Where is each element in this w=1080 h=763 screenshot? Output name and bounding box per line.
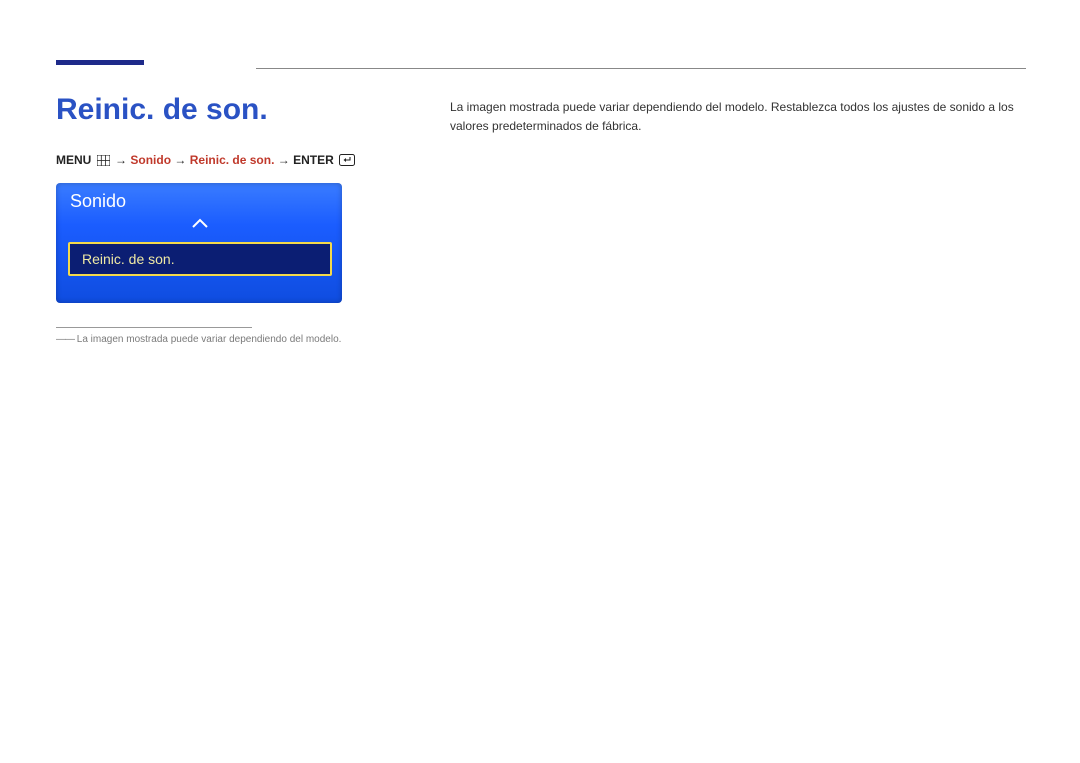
chevron-up-icon xyxy=(191,218,209,230)
osd-scroll-up[interactable] xyxy=(68,218,332,236)
breadcrumb: MENU → Sonido → Reinic. de son. → ENTER xyxy=(56,153,1024,169)
breadcrumb-arrow-2: → xyxy=(174,153,186,167)
breadcrumb-arrow-1: → xyxy=(115,153,127,167)
footnote-divider xyxy=(56,327,252,328)
enter-return-icon xyxy=(339,154,355,169)
footnote-text: La imagen mostrada puede variar dependie… xyxy=(77,334,342,345)
breadcrumb-path-2: Reinic. de son. xyxy=(190,153,275,167)
osd-menu-title: Sonido xyxy=(68,191,332,212)
osd-menu-panel: Sonido Reinic. de son. xyxy=(56,183,342,303)
osd-selected-item[interactable]: Reinic. de son. xyxy=(68,242,332,276)
accent-bar xyxy=(56,60,144,65)
breadcrumb-enter-label: ENTER xyxy=(293,153,334,167)
breadcrumb-arrow-3: → xyxy=(278,153,290,167)
horizontal-rule-top xyxy=(256,68,1026,69)
footnote-dash: ―― xyxy=(56,334,74,345)
breadcrumb-path-1: Sonido xyxy=(130,153,171,167)
body-text: La imagen mostrada puede variar dependie… xyxy=(450,98,1020,135)
menu-grid-icon xyxy=(97,155,110,169)
footnote: ―― La imagen mostrada puede variar depen… xyxy=(56,334,1024,345)
breadcrumb-menu-label: MENU xyxy=(56,153,91,167)
